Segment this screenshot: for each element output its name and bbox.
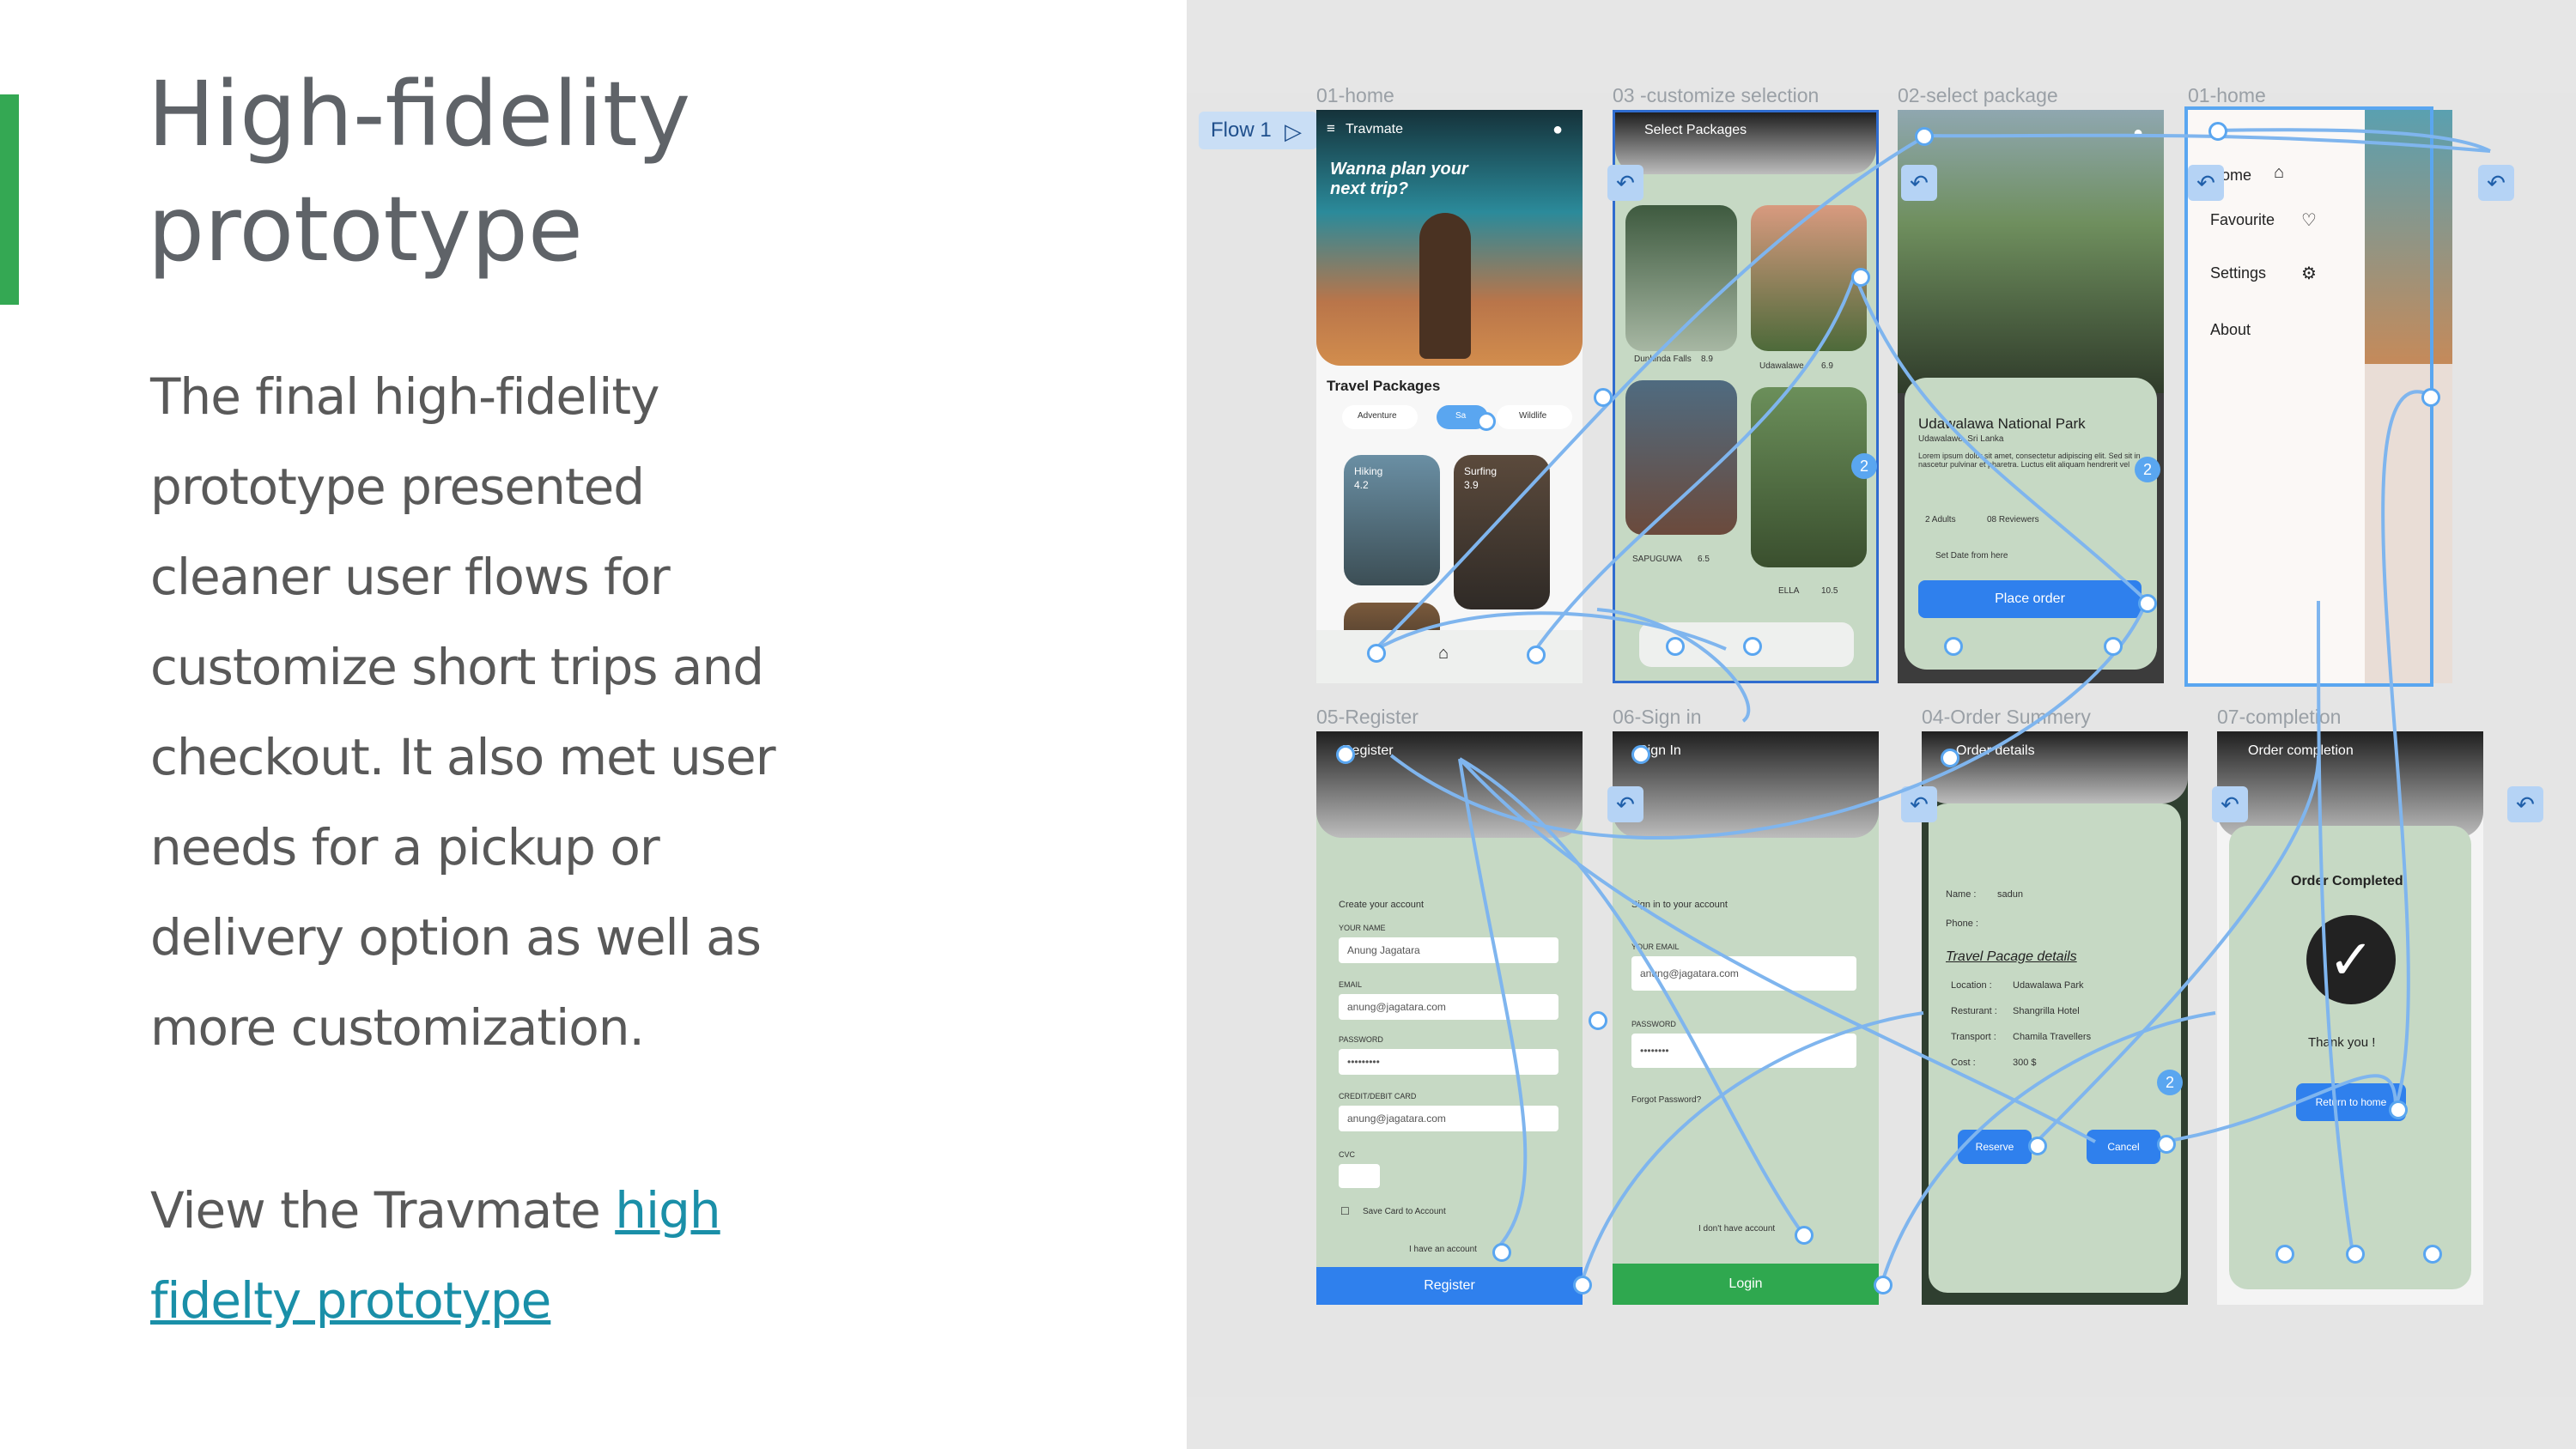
hotspot-dot[interactable] — [1594, 388, 1613, 407]
hotspot-dot[interactable] — [1851, 268, 1870, 287]
hotspot-dot[interactable] — [1477, 412, 1496, 431]
hotspot-dot[interactable] — [1573, 1276, 1592, 1294]
connection-line — [1458, 758, 1528, 1253]
hotspot-dot[interactable] — [2346, 1245, 2365, 1264]
connection-count-badge: 2 — [1851, 453, 1877, 479]
hotspot-dot[interactable] — [2104, 637, 2123, 656]
connection-line — [2317, 600, 2354, 1254]
connection-line — [1532, 274, 1856, 654]
hotspot-dot[interactable] — [1492, 1243, 1511, 1262]
hotspot-dot[interactable] — [1743, 637, 1762, 656]
hotspot-dot[interactable] — [2423, 1245, 2442, 1264]
hotspot-dot[interactable] — [1589, 1011, 1607, 1030]
hotspot-dot[interactable] — [2421, 388, 2440, 407]
connection-line — [1596, 608, 1751, 723]
hotspot-dot[interactable] — [1527, 646, 1546, 664]
connection-line — [1923, 133, 2491, 153]
connection-count-badge: 2 — [2135, 457, 2160, 482]
hotspot-dot[interactable] — [1915, 127, 1934, 146]
connection-line — [1372, 136, 1925, 652]
hotspot-dot[interactable] — [1941, 749, 1959, 767]
hotspot-dot[interactable] — [1795, 1226, 1814, 1245]
hotspot-dot[interactable] — [1944, 637, 1963, 656]
connection-line — [2381, 390, 2431, 1108]
hotspot-dot[interactable] — [2157, 1135, 2176, 1154]
hotspot-dot[interactable] — [2138, 594, 2157, 613]
connection-line — [2163, 1074, 2397, 1143]
hotspot-dot[interactable] — [2208, 122, 2227, 141]
connection-line — [1853, 274, 2148, 603]
connection-lines — [1372, 128, 2491, 1288]
hotspot-dot[interactable] — [1666, 637, 1685, 656]
connection-count-badge: 2 — [2157, 1070, 2183, 1095]
hotspot-dot[interactable] — [2028, 1137, 2047, 1155]
hotspot-dot[interactable] — [2275, 1245, 2294, 1264]
hotspot-dot[interactable] — [1336, 745, 1355, 764]
hotspot-dot[interactable] — [1631, 745, 1650, 764]
hotspot-dot[interactable] — [1367, 644, 1386, 663]
hotspot-dot[interactable] — [2389, 1100, 2408, 1119]
hotspot-dot[interactable] — [1874, 1276, 1893, 1294]
prototype-connections — [1372, 128, 2491, 1288]
connection-line — [1458, 757, 2096, 1143]
